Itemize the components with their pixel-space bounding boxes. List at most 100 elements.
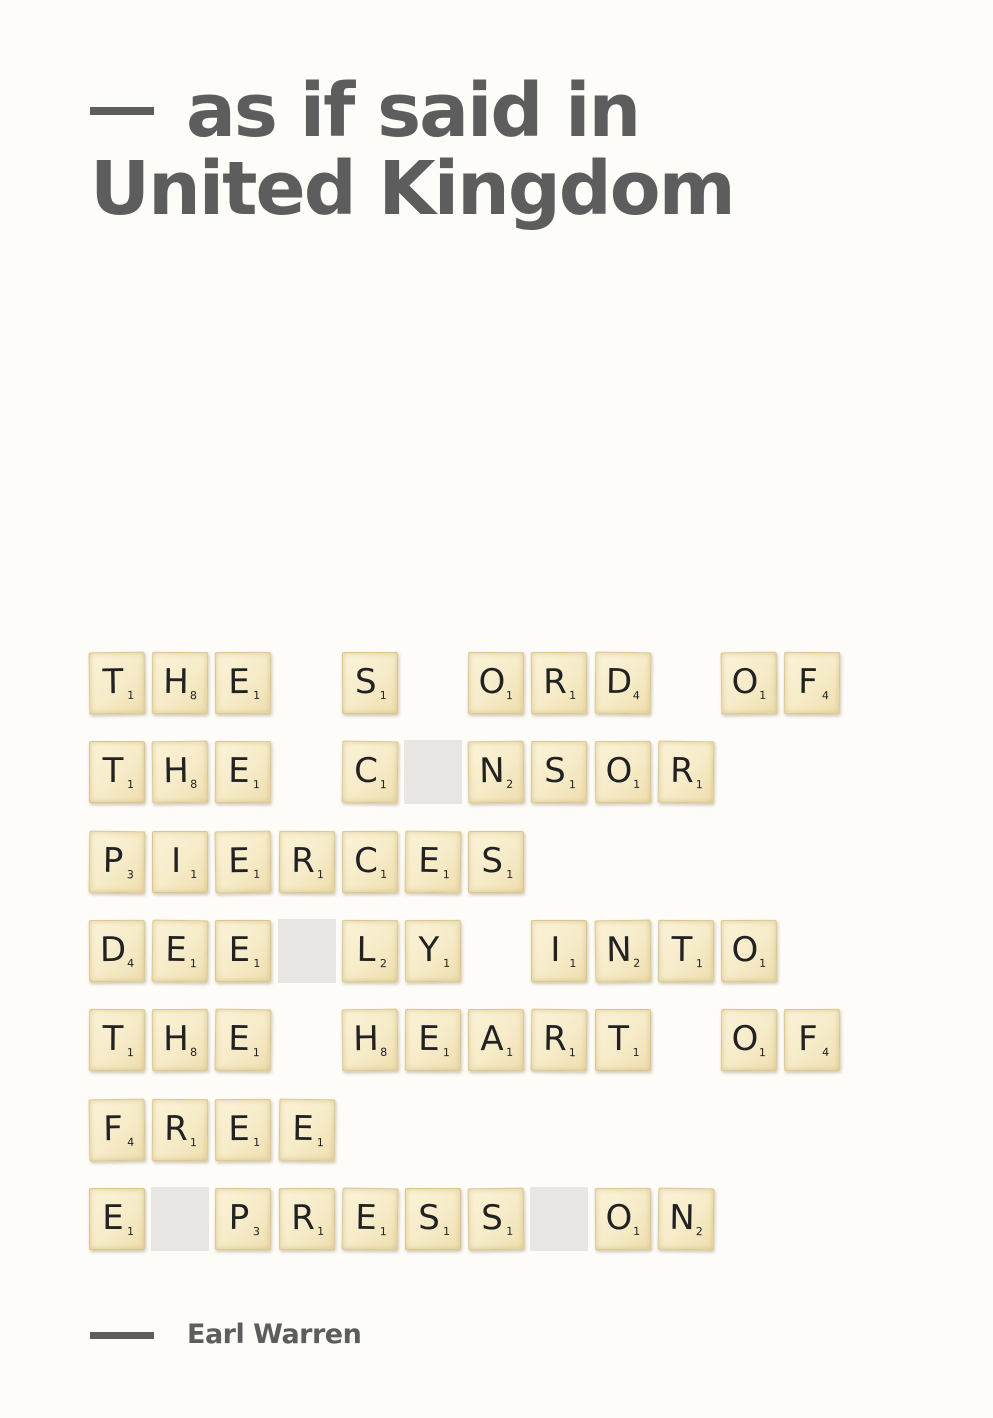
tile-points: 1: [253, 778, 261, 792]
tile-points: 1: [506, 867, 514, 881]
missing-tile-gap: [277, 918, 336, 983]
missing-tile-gap: [151, 1186, 210, 1251]
tile-points: 1: [506, 1046, 514, 1060]
tile-points: 1: [506, 689, 514, 703]
letter-tile: O1: [720, 919, 778, 983]
tile-points: 1: [695, 956, 703, 971]
tile-points: 1: [127, 778, 134, 792]
tile-points: 1: [253, 956, 261, 970]
tile-points: 1: [316, 867, 324, 881]
tile-points: 1: [443, 1224, 450, 1238]
tile-points: 1: [569, 778, 577, 792]
tile-points: 1: [379, 778, 387, 792]
tile-points: 1: [569, 1046, 577, 1060]
tile-points: 1: [443, 956, 451, 970]
letter-tile: T1: [88, 651, 146, 715]
letter-tile: E1: [404, 1008, 462, 1072]
letter-tile: S1: [341, 652, 398, 714]
tile-points: 1: [127, 1224, 134, 1238]
tile-points: 4: [632, 689, 640, 703]
letter-tile: N2: [467, 740, 525, 804]
letter-tile: R1: [151, 1098, 209, 1161]
letter-tile: R1: [278, 1187, 335, 1250]
letter-tile: O1: [467, 651, 525, 715]
tile-points: 1: [695, 778, 703, 792]
letter-tile: E1: [215, 651, 272, 715]
tile-points: 1: [379, 867, 387, 881]
tile-points: 4: [127, 1135, 135, 1149]
tile-points: 1: [569, 688, 577, 702]
letter-tile: E1: [89, 1187, 145, 1250]
letter-tile: E1: [341, 1187, 399, 1251]
letter-tile: O1: [720, 1008, 778, 1072]
letter-tile: E1: [215, 919, 272, 982]
tile-points: 1: [126, 1046, 134, 1060]
tile-points: 8: [190, 778, 198, 792]
tile-points: 1: [442, 867, 450, 881]
letter-tile: H8: [151, 740, 209, 804]
tile-points: 1: [632, 778, 640, 792]
tile-points: 1: [379, 689, 387, 702]
tile-points: 8: [379, 1045, 388, 1060]
letter-tile: H8: [151, 1008, 209, 1072]
letter-tile: A1: [467, 1008, 525, 1072]
scrabble-tile-quote: T1H8E1S1O1R1D4O1F4T1H8E1C1N2S1O1R1P3I1E1…: [0, 0, 993, 1418]
letter-tile: D4: [88, 919, 146, 983]
tile-points: 1: [316, 1224, 324, 1238]
letter-tile: F4: [783, 1008, 841, 1072]
missing-tile-gap: [404, 740, 462, 805]
tile-points: 1: [632, 1224, 640, 1238]
letter-tile: L2: [341, 919, 399, 983]
tile-points: 4: [822, 1046, 830, 1060]
letter-tile: S1: [467, 1187, 525, 1251]
letter-tile: P3: [88, 830, 146, 893]
tile-points: 1: [253, 1046, 261, 1060]
tile-points: 1: [190, 1135, 198, 1149]
tile-points: 1: [127, 688, 135, 702]
tile-points: 1: [253, 1135, 261, 1149]
tile-points: 1: [253, 688, 261, 702]
letter-tile: E1: [214, 1008, 272, 1072]
letter-tile: Y1: [404, 919, 462, 983]
letter-tile: I1: [531, 919, 588, 982]
letter-tile: E1: [215, 1098, 272, 1161]
tile-points: 2: [379, 956, 387, 971]
letter-tile: R1: [278, 830, 335, 893]
letter-tile: R1: [530, 1008, 588, 1072]
letter-tile: E1: [215, 741, 272, 804]
tile-points: 1: [442, 1046, 450, 1060]
letter-tile: S1: [531, 741, 588, 804]
letter-tile: C1: [341, 740, 399, 804]
letter-tile: T1: [657, 919, 715, 983]
tile-points: 1: [759, 956, 767, 970]
tile-points: 4: [822, 689, 830, 703]
letter-tile: O1: [594, 741, 651, 804]
tile-points: 1: [569, 956, 577, 970]
letter-tile: O1: [720, 651, 778, 715]
letter-tile: R1: [531, 651, 588, 715]
letter-tile: T1: [89, 741, 145, 804]
letter-tile: N2: [657, 1187, 715, 1251]
letter-tile: T1: [88, 1008, 146, 1072]
tile-points: 1: [189, 957, 198, 971]
tile-points: 1: [190, 867, 198, 881]
letter-tile: O1: [594, 1187, 651, 1250]
tile-points: 1: [758, 1046, 766, 1060]
tile-points: 4: [127, 956, 135, 970]
letter-tile: E1: [214, 830, 272, 893]
letter-tile: D4: [594, 651, 652, 715]
letter-tile: H8: [341, 1008, 399, 1072]
letter-tile: P3: [215, 1187, 272, 1250]
letter-tile: S1: [405, 1187, 461, 1250]
tile-points: 3: [126, 867, 134, 881]
letter-tile: S1: [468, 830, 525, 893]
tile-points: 1: [316, 1135, 324, 1149]
tile-points: 2: [506, 778, 514, 792]
missing-tile-gap: [530, 1186, 589, 1251]
letter-tile: E1: [404, 830, 462, 893]
letter-tile: T1: [594, 1009, 651, 1072]
letter-tile: N2: [594, 919, 652, 983]
letter-tile: R1: [657, 740, 715, 804]
letter-tile: F4: [783, 651, 841, 715]
author-dash: [90, 1332, 154, 1339]
